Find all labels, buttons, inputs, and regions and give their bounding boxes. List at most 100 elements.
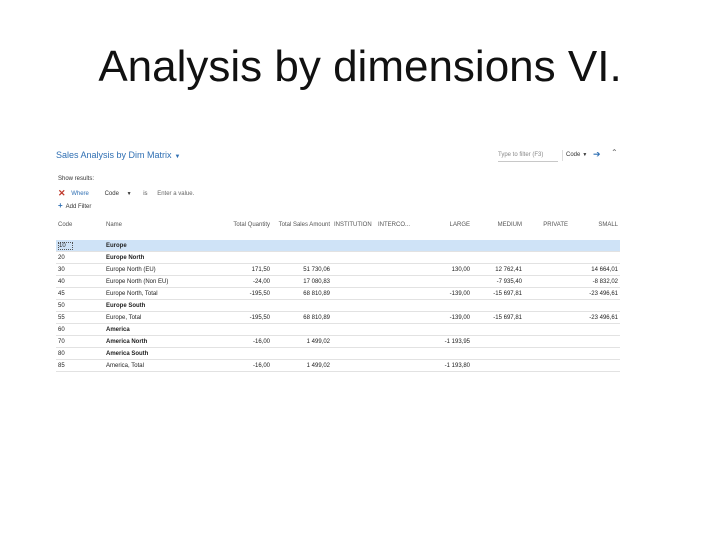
large-cell[interactable]: 130,00: [420, 263, 472, 276]
private-cell[interactable]: [524, 263, 570, 276]
code-cell[interactable]: 55: [56, 311, 104, 324]
sales-cell[interactable]: 1 499,02: [272, 335, 332, 348]
qty-cell[interactable]: -16,00: [216, 335, 272, 348]
filter-field-dropdown[interactable]: Code: [105, 191, 119, 197]
small-cell[interactable]: [570, 359, 620, 372]
large-cell[interactable]: [420, 299, 472, 312]
table-row[interactable]: 45 Europe North, Total -195,50 68 810,89…: [56, 287, 620, 300]
interco-cell[interactable]: [376, 275, 420, 288]
code-cell[interactable]: 10: [56, 240, 104, 252]
name-cell[interactable]: Europe North: [104, 251, 216, 264]
column-header-institution[interactable]: INSTITUTION: [332, 220, 376, 240]
name-cell[interactable]: Europe North (Non EU): [104, 275, 216, 288]
table-row[interactable]: 30 Europe North (EU) 171,50 51 730,06 13…: [56, 263, 620, 276]
column-header-name[interactable]: Name: [104, 220, 216, 240]
interco-cell[interactable]: [376, 335, 420, 348]
name-cell[interactable]: Europe North (EU): [104, 263, 216, 276]
medium-cell[interactable]: -7 935,40: [472, 275, 524, 288]
column-header-medium[interactable]: MEDIUM: [472, 220, 524, 240]
name-cell[interactable]: Europe North, Total: [104, 287, 216, 300]
code-cell[interactable]: 85: [56, 359, 104, 372]
column-header-small[interactable]: SMALL: [570, 220, 620, 240]
code-cell[interactable]: 80: [56, 347, 104, 360]
qty-cell[interactable]: -24,00: [216, 275, 272, 288]
table-row[interactable]: 40 Europe North (Non EU) -24,00 17 080,8…: [56, 275, 620, 288]
interco-cell[interactable]: [376, 323, 420, 336]
institution-cell[interactable]: [332, 311, 376, 324]
private-cell[interactable]: [524, 275, 570, 288]
large-cell[interactable]: -139,00: [420, 311, 472, 324]
medium-cell[interactable]: [472, 347, 524, 360]
large-cell[interactable]: -139,00: [420, 287, 472, 300]
interco-cell[interactable]: [376, 251, 420, 264]
sales-cell[interactable]: [272, 251, 332, 264]
medium-cell[interactable]: [472, 359, 524, 372]
name-cell[interactable]: Europe South: [104, 299, 216, 312]
small-cell[interactable]: [570, 323, 620, 336]
medium-cell[interactable]: [472, 240, 524, 252]
small-cell[interactable]: -23 496,61: [570, 287, 620, 300]
code-cell[interactable]: 20: [56, 251, 104, 264]
institution-cell[interactable]: [332, 335, 376, 348]
institution-cell[interactable]: [332, 347, 376, 360]
add-filter-button[interactable]: + Add Filter: [58, 201, 91, 210]
name-cell[interactable]: America, Total: [104, 359, 216, 372]
large-cell[interactable]: -1 193,95: [420, 335, 472, 348]
sales-cell[interactable]: [272, 240, 332, 252]
interco-cell[interactable]: [376, 263, 420, 276]
qty-cell[interactable]: [216, 299, 272, 312]
code-cell[interactable]: 40: [56, 275, 104, 288]
private-cell[interactable]: [524, 335, 570, 348]
filter-input[interactable]: Type to filter (F3): [498, 150, 558, 162]
chevron-down-icon[interactable]: ▼: [127, 191, 132, 197]
page-heading[interactable]: Sales Analysis by Dim Matrix ▼: [56, 150, 181, 160]
sales-cell[interactable]: [272, 299, 332, 312]
private-cell[interactable]: [524, 240, 570, 252]
column-header-private[interactable]: PRIVATE: [524, 220, 570, 240]
interco-cell[interactable]: [376, 359, 420, 372]
qty-cell[interactable]: [216, 240, 272, 252]
code-cell[interactable]: 60: [56, 323, 104, 336]
column-header-large[interactable]: LARGE: [420, 220, 472, 240]
filter-value-input[interactable]: Enter a value.: [157, 191, 194, 197]
small-cell[interactable]: [570, 347, 620, 360]
table-row[interactable]: 55 Europe, Total -195,50 68 810,89 -139,…: [56, 311, 620, 324]
name-cell[interactable]: Europe, Total: [104, 311, 216, 324]
interco-cell[interactable]: [376, 240, 420, 252]
private-cell[interactable]: [524, 299, 570, 312]
table-row[interactable]: 70 America North -16,00 1 499,02 -1 193,…: [56, 335, 620, 348]
close-icon[interactable]: ✕: [58, 188, 66, 199]
small-cell[interactable]: [570, 299, 620, 312]
interco-cell[interactable]: [376, 347, 420, 360]
small-cell[interactable]: -23 496,61: [570, 311, 620, 324]
medium-cell[interactable]: -15 697,81: [472, 311, 524, 324]
table-row[interactable]: 50 Europe South: [56, 299, 620, 312]
medium-cell[interactable]: [472, 323, 524, 336]
small-cell[interactable]: [570, 240, 620, 252]
qty-cell[interactable]: 171,50: [216, 263, 272, 276]
column-header-interco[interactable]: INTERCO...: [376, 220, 420, 240]
large-cell[interactable]: [420, 323, 472, 336]
chevron-down-icon[interactable]: ▼: [175, 154, 181, 160]
qty-cell[interactable]: -16,00: [216, 359, 272, 372]
medium-cell[interactable]: 12 762,41: [472, 263, 524, 276]
qty-cell[interactable]: -195,50: [216, 287, 272, 300]
medium-cell[interactable]: [472, 251, 524, 264]
arrow-right-icon[interactable]: ➔: [593, 149, 601, 160]
medium-cell[interactable]: [472, 299, 524, 312]
large-cell[interactable]: [420, 251, 472, 264]
sales-cell[interactable]: [272, 347, 332, 360]
interco-cell[interactable]: [376, 311, 420, 324]
name-cell[interactable]: Europe: [104, 240, 216, 252]
large-cell[interactable]: [420, 275, 472, 288]
name-cell[interactable]: America: [104, 323, 216, 336]
qty-cell[interactable]: -195,50: [216, 311, 272, 324]
qty-cell[interactable]: [216, 347, 272, 360]
chevron-up-icon[interactable]: ⌃: [611, 148, 618, 157]
institution-cell[interactable]: [332, 263, 376, 276]
sales-cell[interactable]: 17 080,83: [272, 275, 332, 288]
table-row[interactable]: 60 America: [56, 323, 620, 336]
name-cell[interactable]: America North: [104, 335, 216, 348]
table-row[interactable]: 80 America South: [56, 347, 620, 360]
table-row[interactable]: 10 Europe: [56, 240, 620, 252]
